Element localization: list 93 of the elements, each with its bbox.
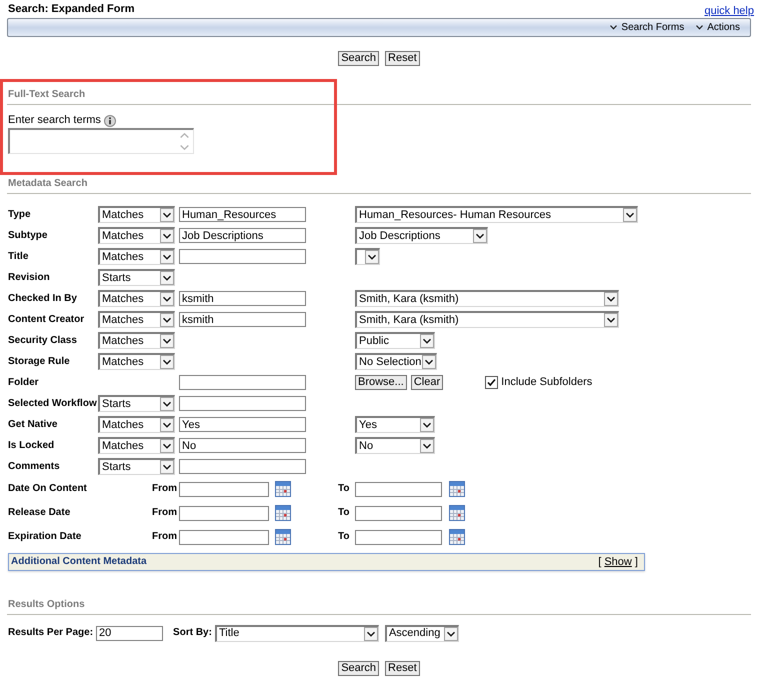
field-label: Storage Rule bbox=[8, 356, 70, 368]
value-select[interactable]: Human_Resources- Human Resources bbox=[355, 206, 638, 223]
scroll-arrows-icon bbox=[180, 133, 189, 150]
operator-select[interactable]: Starts bbox=[98, 458, 175, 475]
value-select[interactable]: Public bbox=[355, 332, 435, 349]
help-link[interactable]: quick help bbox=[704, 5, 754, 17]
sort-field-select[interactable]: Title bbox=[214, 624, 379, 642]
operator-select[interactable]: Matches bbox=[98, 311, 175, 328]
operator-select[interactable]: Matches bbox=[98, 290, 175, 307]
value-select[interactable]: Smith, Kara (ksmith) bbox=[355, 311, 619, 328]
value-select[interactable]: No bbox=[355, 437, 435, 454]
value-select[interactable]: Smith, Kara (ksmith) bbox=[355, 290, 619, 307]
caret-icon bbox=[696, 25, 704, 30]
from-label: From bbox=[152, 531, 177, 543]
text-field[interactable]: No bbox=[179, 438, 306, 453]
field-label: Subtype bbox=[8, 230, 48, 242]
per-page-label: Results Per Page: bbox=[8, 627, 94, 639]
calendar-icon[interactable] bbox=[449, 481, 465, 497]
operator-select[interactable]: Matches bbox=[98, 227, 175, 244]
text-field[interactable] bbox=[179, 375, 306, 390]
search-button[interactable]: Search bbox=[338, 51, 380, 66]
clear-button[interactable]: Clear bbox=[410, 375, 444, 390]
from-label: From bbox=[152, 507, 177, 519]
panel-title: Additional Content Metadata bbox=[11, 556, 147, 568]
section-heading: Results Options bbox=[8, 599, 85, 611]
value-select[interactable]: Job Descriptions bbox=[355, 227, 488, 244]
section-heading: Full-Text Search bbox=[8, 89, 86, 101]
reset-button[interactable]: Reset bbox=[385, 661, 420, 676]
text-field[interactable] bbox=[179, 249, 306, 264]
date-field[interactable] bbox=[179, 530, 269, 544]
value-select[interactable]: Yes bbox=[355, 416, 435, 433]
search-forms-menu[interactable]: Search Forms bbox=[610, 22, 684, 34]
field-label: Revision bbox=[8, 272, 50, 284]
operator-select[interactable]: Matches bbox=[98, 248, 175, 265]
date-field[interactable] bbox=[355, 506, 442, 520]
date-field[interactable] bbox=[179, 482, 269, 496]
operator-select[interactable]: Matches bbox=[98, 353, 175, 370]
sort-order-select[interactable]: Ascending bbox=[384, 624, 459, 642]
browse-button[interactable]: Browse... bbox=[355, 375, 407, 390]
calendar-icon[interactable] bbox=[449, 505, 465, 521]
from-label: From bbox=[152, 483, 177, 495]
to-label: To bbox=[338, 507, 350, 519]
date-label: Release Date bbox=[8, 507, 70, 519]
date-label: Expiration Date bbox=[8, 531, 82, 543]
operator-select[interactable]: Matches bbox=[98, 437, 175, 454]
text-field[interactable]: Human_Resources bbox=[179, 207, 306, 222]
page-title: Search: Expanded Form bbox=[8, 2, 135, 16]
to-label: To bbox=[338, 483, 350, 495]
field-label: Security Class bbox=[8, 334, 77, 346]
text-field[interactable] bbox=[179, 396, 306, 411]
field-label: Is Locked bbox=[8, 440, 54, 452]
date-field[interactable] bbox=[355, 482, 442, 496]
field-label: Comments bbox=[8, 460, 60, 472]
text-field[interactable]: Job Descriptions bbox=[179, 228, 306, 243]
operator-select[interactable]: Matches bbox=[98, 332, 175, 349]
per-page-field[interactable]: 20 bbox=[96, 626, 164, 640]
operator-select[interactable]: Matches bbox=[98, 416, 175, 433]
checkbox-label: Include Subfolders bbox=[501, 376, 592, 389]
text-field[interactable]: ksmith bbox=[179, 312, 306, 327]
field-label: Get Native bbox=[8, 418, 58, 430]
checkbox[interactable] bbox=[485, 376, 498, 389]
operator-select[interactable]: Starts bbox=[98, 269, 175, 286]
operator-select[interactable]: Starts bbox=[98, 395, 175, 412]
value-select[interactable] bbox=[355, 248, 380, 265]
section-heading: Metadata Search bbox=[8, 178, 88, 190]
field-label: Folder bbox=[8, 376, 39, 388]
text-field[interactable]: Yes bbox=[179, 417, 306, 432]
field-label: Type bbox=[8, 208, 31, 220]
calendar-icon[interactable] bbox=[275, 529, 291, 545]
text-field[interactable] bbox=[179, 459, 306, 474]
search-button[interactable]: Search bbox=[338, 661, 380, 676]
field-label: Selected Workflow bbox=[8, 398, 97, 410]
reset-button[interactable]: Reset bbox=[385, 51, 420, 66]
date-field[interactable] bbox=[179, 506, 269, 520]
search-terms-label: Enter search terms bbox=[8, 114, 101, 127]
date-label: Date On Content bbox=[8, 483, 87, 495]
caret-icon bbox=[610, 25, 618, 30]
actions-menu[interactable]: Actions bbox=[696, 22, 740, 34]
calendar-icon[interactable] bbox=[275, 505, 291, 521]
sort-label: Sort By: bbox=[173, 627, 212, 639]
field-label: Checked In By bbox=[8, 292, 77, 304]
operator-select[interactable]: Matches bbox=[98, 206, 175, 223]
date-field[interactable] bbox=[355, 530, 442, 544]
field-label: Title bbox=[8, 250, 28, 262]
field-label: Content Creator bbox=[8, 314, 84, 326]
calendar-icon[interactable] bbox=[449, 529, 465, 545]
value-select[interactable]: No Selection bbox=[355, 353, 437, 370]
calendar-icon[interactable] bbox=[275, 481, 291, 497]
show-toggle[interactable]: [ Show ] bbox=[598, 556, 638, 568]
search-terms-field[interactable] bbox=[8, 128, 194, 154]
to-label: To bbox=[338, 531, 350, 543]
info-icon[interactable] bbox=[104, 114, 116, 126]
text-field[interactable]: ksmith bbox=[179, 291, 306, 306]
